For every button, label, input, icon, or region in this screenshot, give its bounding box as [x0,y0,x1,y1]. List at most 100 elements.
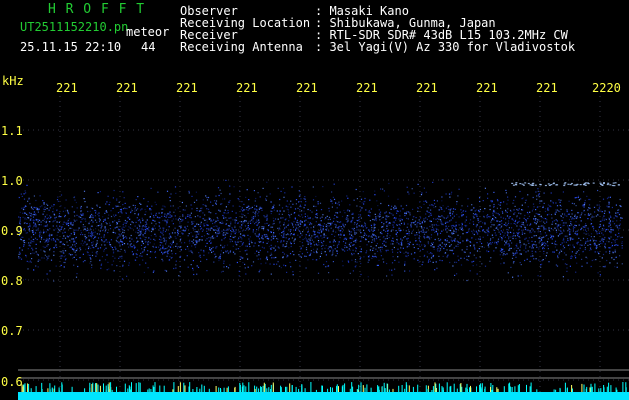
noise-speck [204,219,206,221]
noise-speck [420,206,422,209]
noise-speck [519,190,521,193]
noise-speck [399,228,401,230]
noise-speck [164,269,166,271]
noise-speck [310,243,312,245]
noise-speck [149,216,151,218]
noise-speck [430,220,432,222]
noise-speck [108,242,111,244]
noise-speck [273,232,275,234]
noise-speck [192,223,194,225]
noise-speck [103,250,105,252]
noise-speck [525,251,527,253]
carrier-speck [539,184,542,186]
noise-speck [270,244,272,246]
noise-speck [355,247,357,249]
noise-speck [136,241,138,243]
noise-speck [425,213,427,215]
noise-speck [92,207,94,210]
noise-speck [74,244,76,246]
noise-speck [187,266,189,268]
noise-speck [469,219,472,221]
noise-speck [252,221,254,223]
noise-speck [461,212,463,214]
noise-speck [175,267,177,269]
noise-speck [67,224,70,227]
noise-speck [392,214,394,216]
noise-speck [134,246,136,248]
noise-speck [37,219,39,221]
noise-speck [125,212,127,214]
carrier-speck [556,184,559,186]
noise-speck [516,222,518,224]
noise-speck [445,243,447,245]
noise-speck [32,227,34,229]
noise-speck [49,248,51,250]
noise-speck [527,250,529,252]
noise-speck [59,225,61,227]
noise-speck [461,205,463,207]
noise-speck [127,217,129,219]
noise-speck [524,226,526,228]
noise-speck [376,250,379,252]
noise-speck [471,204,473,206]
noise-speck [197,266,200,268]
noise-speck [323,240,325,242]
noise-speck [376,243,378,245]
noise-speck [48,255,50,257]
noise-speck [270,201,272,203]
noise-speck [123,260,126,262]
noise-speck [590,218,592,220]
noise-speck [282,245,284,247]
noise-speck [476,215,478,218]
noise-speck [204,225,206,227]
x-tick-5: 221 [296,81,318,95]
amplitude-spike [388,389,390,392]
noise-speck [312,199,315,201]
noise-speck [277,241,279,243]
noise-speck [425,231,427,233]
noise-speck [150,235,152,237]
noise-speck [274,235,277,237]
noise-speck [347,197,349,199]
noise-speck [455,228,457,230]
noise-speck [73,196,76,198]
noise-speck [417,221,419,224]
noise-speck [76,219,78,221]
noise-speck [141,217,143,219]
noise-speck [599,240,601,242]
noise-speck [213,261,215,263]
noise-speck [441,200,443,202]
noise-speck [149,257,151,259]
noise-speck [179,225,181,227]
noise-speck [115,214,117,216]
noise-speck [149,242,151,244]
amplitude-spike [603,387,605,392]
noise-speck [522,209,524,211]
noise-speck [119,229,121,231]
amplitude-spike [148,388,150,392]
noise-speck [41,236,43,239]
noise-speck [475,231,477,233]
y-tick-0-7: 0.7 [1,324,23,338]
noise-speck [76,214,78,216]
noise-speck [560,227,562,229]
noise-speck [474,210,476,212]
noise-speck [152,228,155,230]
noise-speck [481,242,483,245]
noise-speck [430,245,432,247]
noise-speck [121,244,124,246]
noise-speck [386,215,388,217]
noise-speck [399,230,401,233]
noise-speck [316,244,318,246]
noise-speck [404,270,406,272]
noise-speck [562,276,564,278]
noise-speck [495,227,497,229]
carrier-speck [613,185,616,187]
noise-speck [133,244,135,246]
noise-speck [296,219,298,221]
noise-speck [545,235,547,237]
noise-speck [105,222,107,224]
noise-speck [532,230,534,232]
noise-speck [239,190,241,192]
noise-speck [288,203,290,205]
